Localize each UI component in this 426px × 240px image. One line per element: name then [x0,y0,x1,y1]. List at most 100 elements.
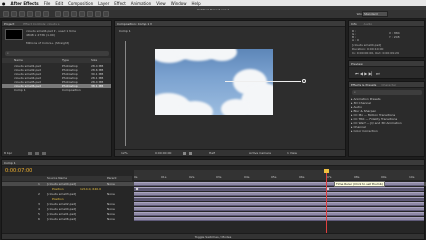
tab-composition[interactable]: Composition: Comp 1 ▾ [117,22,152,26]
hand-tool-icon[interactable] [11,11,17,17]
search-icon: ⌕ [7,51,9,55]
timeline-panel-header[interactable]: Comp 1 [2,160,424,166]
menu-layer[interactable]: Layer [98,1,109,6]
ruler-tick: 0s [134,175,138,179]
apple-icon[interactable]: ● [2,1,6,6]
project-thumbnail [5,29,23,40]
layer-duration-bar[interactable] [134,202,424,206]
menu-animation[interactable]: Animation [131,1,151,6]
bit-depth-button[interactable]: 8 bpc [4,151,12,155]
rotate-tool-icon[interactable] [27,11,33,17]
tab-info[interactable]: Info [351,22,357,26]
property-track [134,187,424,191]
timeline-timecode[interactable]: 0:00:07:00 [5,168,32,174]
menu-app[interactable]: After Effects [11,1,39,6]
ruler-tick: 04s [244,175,250,179]
project-search-input[interactable]: ⌕ [5,51,109,56]
composition-canvas[interactable] [155,49,273,115]
last-frame-icon[interactable]: ⏭ [376,71,380,76]
active-camera-select[interactable]: Active Camera [249,150,271,156]
menu-edit[interactable]: Edit [55,1,63,6]
menu-help[interactable]: Help [191,1,200,6]
pan-behind-tool-icon[interactable] [43,11,49,17]
selection-tool-icon[interactable] [3,11,9,17]
tab-effect-controls[interactable]: Effect Controls: clouds s [23,22,59,26]
menu-file[interactable]: File [44,1,51,6]
ruler-tick: 02s [189,175,195,179]
magnification-select[interactable]: 12% [121,150,128,156]
resolution-select[interactable]: Half [209,150,215,156]
project-panel: Project Effect Controls: clouds s clouds… [1,20,112,157]
toggle-switches-modes[interactable]: Toggle Switches / Modes [2,233,424,239]
text-tool-icon[interactable] [71,11,77,17]
position-motion-path [225,81,301,82]
selected-item-color: Millions of Colors+ (Straight) [26,41,70,45]
trash-icon[interactable] [42,152,46,155]
tab-effects-presets[interactable]: Effects & Presets [351,83,376,87]
menu-composition[interactable]: Composition [68,1,93,6]
tools-panel: Workspace: Standard [0,10,426,19]
previous-frame-icon[interactable]: ◀ [360,71,363,76]
ruler-tick: 03s [216,175,222,179]
eraser-tool-icon[interactable] [95,11,101,17]
workspace-select[interactable]: Standard [362,11,388,17]
composition-panel: Composition: Comp 1 ▾ Comp 1 12% 0:00:00… [114,20,346,157]
column-size[interactable]: Size [91,58,97,63]
show-channel-icon[interactable] [189,152,192,155]
comp-tab-label[interactable]: Comp 1 [119,29,131,33]
layer-duration-bar[interactable] [134,217,424,221]
effects-presets-panel: Effects & Presets Character ⌕ ▸ Animatio… [348,81,425,157]
info-panel-header: Info Audio [349,21,424,27]
brush-tool-icon[interactable] [79,11,85,17]
tab-project[interactable]: Project [4,22,14,26]
layer-duration-bar[interactable] [134,207,424,211]
cti-handle[interactable] [324,169,329,173]
pen-tool-icon[interactable] [63,11,69,17]
preview-panel-header[interactable]: Preview [349,61,424,67]
menu-effect[interactable]: Effect [114,1,126,6]
menu-window[interactable]: Window [171,1,187,6]
project-panel-header: Project Effect Controls: clouds s [2,21,111,27]
layers-area: 1 [clouds small4.psd] None Position 1214… [2,182,426,234]
column-source-name[interactable]: Source Name [47,176,67,181]
composition-panel-header: Composition: Comp 1 ▾ [115,21,345,27]
project-item-comp[interactable]: Comp 1 Composition [2,88,111,92]
mask-tool-icon[interactable] [55,11,61,17]
effects-search-input[interactable]: ⌕ [352,90,422,95]
menu-view[interactable]: View [156,1,166,6]
new-comp-icon[interactable] [35,152,39,155]
play-icon[interactable]: ▶ [364,71,367,76]
property-track [134,197,424,201]
next-frame-icon[interactable]: ▶▏ [369,71,375,76]
tab-character[interactable]: Character [381,83,396,87]
snapshot-icon[interactable] [183,152,186,155]
current-time-indicator[interactable] [326,170,327,234]
ruler-tick: 01s [161,175,167,179]
info-y: Y : 208 [389,35,400,39]
new-folder-icon[interactable] [28,152,32,155]
layer-duration-bar[interactable] [134,192,424,196]
anchor-point-handle[interactable] [302,79,306,83]
search-icon: ⌕ [354,90,356,94]
time-ruler-tooltip: Time Ruler (Click to set thumb) [334,181,385,187]
column-type[interactable]: Type [62,58,69,63]
ruler-tick: 08s [354,175,360,179]
puppet-tool-icon[interactable] [103,11,109,17]
preview-panel: Preview ⏮ ◀ ▶ ▶▏ ⏭ [348,60,425,79]
column-name[interactable]: Name [14,58,23,63]
views-select[interactable]: 1 View [287,150,297,156]
layer-duration-bar[interactable] [134,212,424,216]
ruler-tick: 10s [409,175,415,179]
viewer-timecode[interactable]: 0:00:00:00 [155,150,171,156]
zoom-tool-icon[interactable] [19,11,25,17]
first-frame-icon[interactable]: ⏮ [355,71,359,76]
column-parent[interactable]: Parent [107,176,117,181]
camera-tool-icon[interactable] [35,11,41,17]
info-panel: Info Audio R : G : B : A : 0 X : 884 Y :… [348,20,425,58]
viewer-toolbar: 12% 0:00:00:00 Half Active Camera 1 View [115,149,345,156]
selected-item-dims: 4848 x 2736 (1.00) [26,33,55,37]
effects-category[interactable]: ▸ Color Correction [349,129,424,133]
time-ruler[interactable]: 0s 01s 02s 03s 04s 05s 06s 07s 08s 09s 1… [134,170,424,180]
tab-audio[interactable]: Audio [364,22,373,26]
clone-tool-icon[interactable] [87,11,93,17]
